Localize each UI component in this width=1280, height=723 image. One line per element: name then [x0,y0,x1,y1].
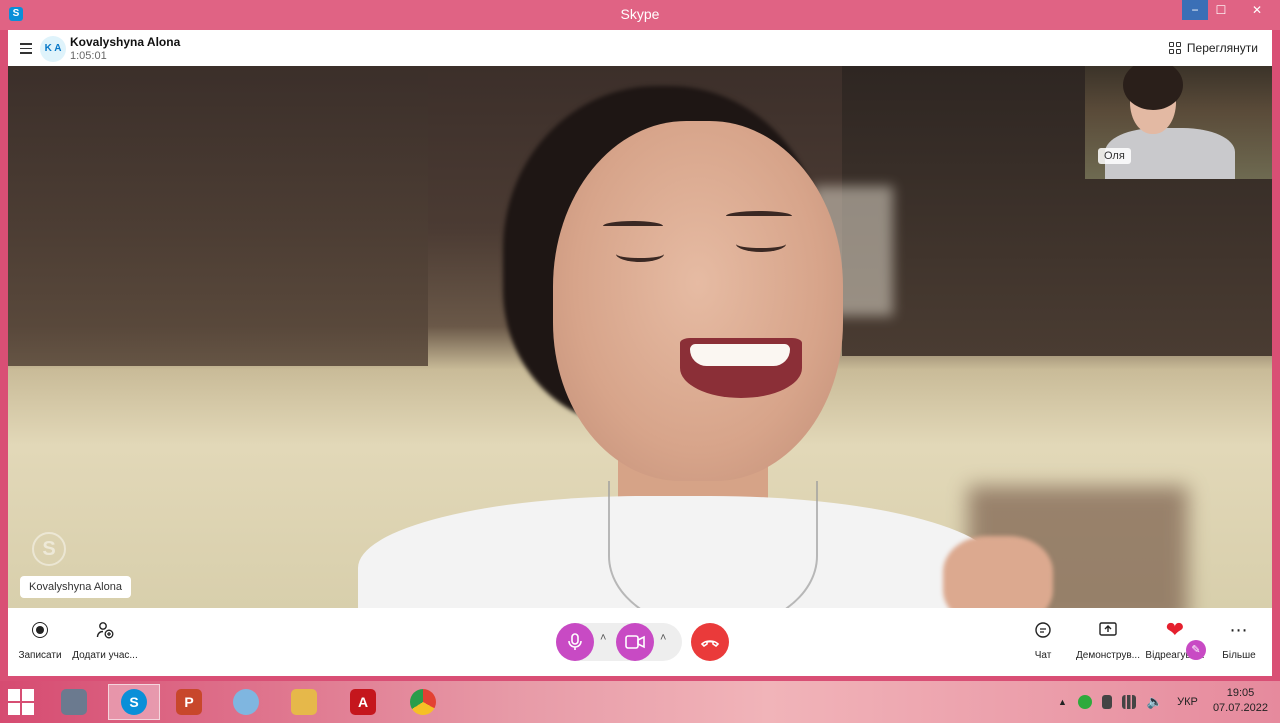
chat-label: Чат [1034,650,1052,661]
call-duration: 1:05:01 [70,50,107,62]
self-preview-video[interactable]: Оля [1085,66,1272,179]
file-manager-icon [61,689,87,715]
person-eye-left [616,246,664,262]
skype-icon: S [121,689,147,715]
microphone-button[interactable] [556,623,594,661]
menu-icon[interactable] [20,43,32,54]
add-person-icon [68,618,142,642]
powerpoint-icon: P [176,689,202,715]
volume-icon[interactable]: 🔈 [1147,694,1163,710]
person-necklace [608,481,818,608]
participant-name-tag: Kovalyshyna Alona [20,576,131,598]
taskbar-app-skype[interactable]: S [108,684,160,720]
tray-expand-icon[interactable]: ▲ [1058,697,1067,707]
more-dots-icon: ⋯ [1229,619,1249,640]
person-brow-left [603,221,663,231]
record-icon [32,622,48,638]
grid-view-icon [1168,42,1181,54]
react-button[interactable]: ❤ ✎ Відреагува... [1142,617,1208,661]
network-signal-icon[interactable] [1121,695,1136,709]
person-hand [943,536,1053,608]
camera-options-chevron-icon[interactable]: ˄ [660,632,666,644]
system-clock[interactable]: 19:05 07.07.2022 [1213,686,1268,716]
system-tray: ▲ 🔈 УКР [1058,681,1198,723]
keyboard-language[interactable]: УКР [1177,696,1198,708]
microphone-options-chevron-icon[interactable]: ˄ [600,632,606,644]
chrome-icon [410,689,436,715]
taskbar-app-powerpoint[interactable]: P [163,684,215,720]
end-call-button[interactable] [691,623,729,661]
folder-icon [291,689,317,715]
view-layout-label: Переглянути [1186,41,1258,55]
remote-video[interactable]: S Kovalyshyna Alona Оля [8,66,1272,608]
close-button[interactable]: ✕ [1234,0,1280,20]
microphone-icon [568,633,582,650]
camera-button[interactable] [616,623,654,661]
window-title: Skype [620,6,660,22]
acrobat-icon: A [350,689,376,715]
self-name-label: Оля [1098,148,1131,164]
caller-name: Kovalyshyna Alona [70,35,181,49]
record-label: Записати [18,650,62,661]
person-teeth [690,344,790,366]
person-eye-right [736,236,786,252]
heart-icon: ❤ [1165,617,1185,642]
pen-icon: ✎ [1186,640,1206,660]
avatar[interactable]: K A [40,36,66,62]
more-options-button[interactable]: ⋯ Більше [1214,618,1264,662]
view-layout-button[interactable]: Переглянути [1168,41,1258,55]
taskbar-app-paint[interactable] [220,684,272,720]
taskbar-app-acrobat[interactable]: A [337,684,389,720]
more-label: Більше [1222,650,1256,661]
clock-date: 07.07.2022 [1212,702,1268,714]
share-screen-button[interactable]: Демонструв... [1072,618,1144,661]
power-icon[interactable] [1101,695,1112,709]
add-participant-button[interactable]: Додати учас... [68,618,142,661]
share-screen-icon [1072,618,1144,642]
skype-watermark-icon: S [32,532,66,566]
security-check-icon[interactable] [1077,695,1092,709]
taskbar-app-explorer[interactable] [278,684,330,720]
taskbar-app-file-manager[interactable] [48,684,100,720]
skype-call-window: K A Kovalyshyna Alona 1:05:01 Переглянут… [8,30,1272,676]
background-wall [8,66,428,366]
hang-up-icon [700,640,720,647]
call-header: K A Kovalyshyna Alona 1:05:01 Переглянут… [8,30,1272,66]
record-button[interactable]: Записати [12,618,68,661]
person-brow-right [726,211,792,221]
add-participant-label: Додати учас... [72,650,138,661]
start-button[interactable] [8,689,34,715]
share-screen-label: Демонструв... [1076,650,1140,661]
window-title-bar: S Skype − ☐ ✕ [0,0,1280,30]
chat-button[interactable]: Чат [1020,618,1066,661]
clock-time: 19:05 [1226,687,1255,699]
call-toolbar: Записати Додати учас... ˄ ˄ Чат Демонстр… [8,608,1272,676]
paint-palette-icon [233,689,259,715]
windows-taskbar: S P A ▲ 🔈 УКР 19:05 07.07.2022 [0,681,1280,723]
person-face [553,121,843,481]
chat-bubble-icon [1020,618,1066,642]
minimize-button[interactable]: − [1182,0,1208,20]
taskbar-app-chrome[interactable] [397,684,449,720]
video-camera-icon [625,635,645,649]
maximize-button[interactable]: ☐ [1208,0,1234,20]
